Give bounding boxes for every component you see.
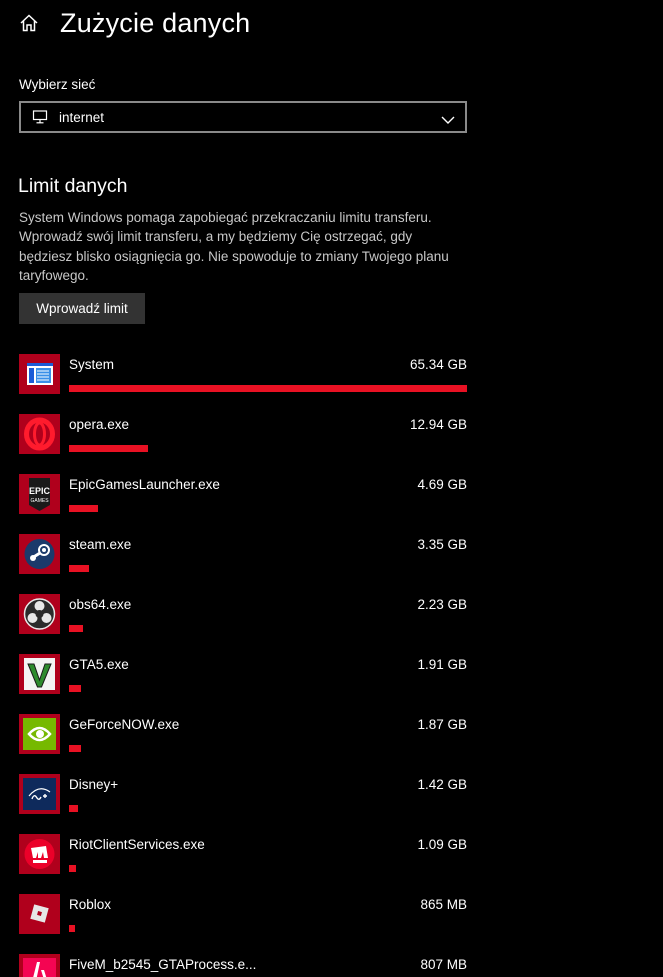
app-usage-value: 2.23 GB (417, 597, 467, 612)
enter-limit-button[interactable]: Wprowadź limit (19, 293, 145, 324)
epic-games-icon: EPIC GAMES (19, 474, 60, 514)
network-select-value: internet (59, 109, 105, 125)
usage-bar-track (69, 625, 467, 632)
svg-text:EPIC: EPIC (29, 486, 51, 496)
gta5-icon (19, 654, 60, 694)
usage-bar (69, 925, 75, 932)
chevron-down-icon (441, 112, 455, 124)
app-name: opera.exe (69, 417, 130, 432)
app-usage-row[interactable]: opera.exe 12.94 GB (19, 414, 467, 474)
app-usage-value: 4.69 GB (417, 477, 467, 492)
app-usage-value: 1.91 GB (417, 657, 467, 672)
usage-bar-track (69, 685, 467, 692)
data-limit-description: System Windows pomaga zapobiegać przekra… (19, 210, 449, 283)
system-icon (19, 354, 60, 394)
app-name: GeForceNOW.exe (69, 717, 180, 732)
app-usage-row[interactable]: GTA5.exe 1.91 GB (19, 654, 467, 714)
app-name: obs64.exe (69, 597, 132, 612)
app-usage-row[interactable]: Roblox 865 MB (19, 894, 467, 954)
usage-bar (69, 865, 76, 872)
usage-bar-track (69, 505, 467, 512)
app-name: FiveM_b2545_GTAProcess.e... (69, 957, 257, 972)
app-name: GTA5.exe (69, 657, 129, 672)
page-title: Zużycie danych (60, 7, 251, 38)
obs-icon (19, 594, 60, 634)
usage-bar-track (69, 805, 467, 812)
usage-bar (69, 445, 148, 452)
monitor-icon (32, 110, 48, 124)
app-usage-value: 807 MB (420, 957, 467, 972)
app-name: Disney+ (69, 777, 119, 792)
app-usage-row[interactable]: FiveM_b2545_GTAProcess.e... 807 MB (19, 954, 467, 977)
app-usage-row[interactable]: EPIC GAMES EpicGamesLauncher.exe 4.69 GB (19, 474, 467, 534)
app-usage-value: 1.87 GB (417, 717, 467, 732)
app-usage-value: 1.09 GB (417, 837, 467, 852)
app-usage-row[interactable]: Disney+ 1.42 GB (19, 774, 467, 834)
usage-bar (69, 625, 83, 632)
app-usage-value: 65.34 GB (409, 357, 467, 372)
app-usage-list: System 65.34 GB opera.exe 12.94 GB EPIC … (19, 354, 467, 977)
app-name: System (69, 357, 115, 372)
usage-bar (69, 505, 98, 512)
network-select-label: Wybierz sieć (19, 77, 96, 92)
svg-text:GAMES: GAMES (30, 498, 49, 504)
roblox-icon (19, 894, 60, 934)
usage-bar (69, 685, 81, 692)
app-usage-row[interactable]: RiotClientServices.exe 1.09 GB (19, 834, 467, 894)
opera-icon (19, 414, 60, 454)
app-name: RiotClientServices.exe (69, 837, 205, 852)
header: Zużycie danych (18, 6, 250, 40)
usage-bar (69, 385, 467, 392)
app-usage-value: 3.35 GB (417, 537, 467, 552)
usage-bar-track (69, 865, 467, 872)
usage-bar (69, 805, 78, 812)
nvidia-icon (19, 714, 60, 754)
app-usage-value: 1.42 GB (417, 777, 467, 792)
app-usage-value: 12.94 GB (409, 417, 467, 432)
usage-bar-track (69, 385, 467, 392)
steam-icon (19, 534, 60, 574)
usage-bar-track (69, 565, 467, 572)
data-usage-page: Zużycie danych Wybierz sieć internet Lim… (0, 0, 663, 977)
riot-icon (19, 834, 60, 874)
app-usage-row[interactable]: steam.exe 3.35 GB (19, 534, 467, 594)
usage-bar-track (69, 925, 467, 932)
app-name: Roblox (69, 897, 112, 912)
fivem-icon (19, 954, 60, 977)
data-limit-title: Limit danych (18, 175, 128, 197)
usage-bar-track (69, 745, 467, 752)
usage-bar (69, 565, 89, 572)
network-select[interactable]: internet (19, 101, 467, 133)
home-icon[interactable] (18, 12, 40, 34)
app-usage-row[interactable]: System 65.34 GB (19, 354, 467, 414)
app-name: steam.exe (69, 537, 132, 552)
app-name: EpicGamesLauncher.exe (69, 477, 220, 492)
app-usage-value: 865 MB (420, 897, 467, 912)
app-usage-row[interactable]: obs64.exe 2.23 GB (19, 594, 467, 654)
disney-plus-icon (19, 774, 60, 814)
usage-bar (69, 745, 81, 752)
usage-bar-track (69, 445, 467, 452)
app-usage-row[interactable]: GeForceNOW.exe 1.87 GB (19, 714, 467, 774)
